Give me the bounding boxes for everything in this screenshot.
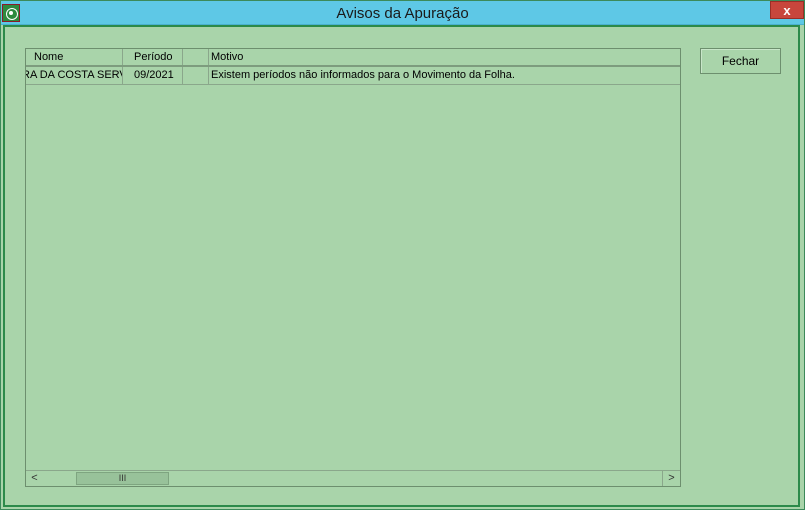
cell-periodo[interactable]: 09/2021 xyxy=(123,67,183,84)
close-window-button[interactable]: x xyxy=(770,1,804,19)
cell-nome-text: RA DA COSTA SERV xyxy=(26,69,123,81)
scroll-thumb[interactable]: III xyxy=(76,472,169,485)
cell-flag[interactable] xyxy=(183,67,209,84)
scroll-right-arrow-icon[interactable]: > xyxy=(662,471,680,486)
cell-motivo-text: Existem períodos não informados para o M… xyxy=(211,69,515,81)
column-header-motivo-label: Motivo xyxy=(211,51,244,63)
scroll-left-arrow-icon[interactable]: < xyxy=(26,471,43,486)
column-header-blank[interactable] xyxy=(183,49,209,65)
column-header-nome[interactable]: Nome xyxy=(26,49,123,65)
cell-nome[interactable]: RA DA COSTA SERV xyxy=(26,67,123,84)
table-row[interactable]: RA DA COSTA SERV 09/2021 Existem período… xyxy=(26,67,680,85)
window-title: Avisos da Apuração xyxy=(336,5,469,22)
cell-motivo[interactable]: Existem períodos não informados para o M… xyxy=(209,67,680,84)
grid-header: Nome Período Motivo xyxy=(26,49,680,67)
title-bar[interactable]: Avisos da Apuração x xyxy=(1,1,804,25)
column-header-motivo[interactable]: Motivo xyxy=(209,49,680,65)
column-header-nome-label: Nome xyxy=(34,51,64,63)
close-button[interactable]: Fechar xyxy=(700,48,781,74)
horizontal-scrollbar[interactable]: < III > xyxy=(26,470,680,486)
cell-periodo-text: 09/2021 xyxy=(134,69,174,81)
warnings-grid[interactable]: Nome Período Motivo RA DA COSTA SERV 09/… xyxy=(25,48,681,487)
column-header-periodo-label: Período xyxy=(134,51,173,63)
column-header-periodo[interactable]: Período xyxy=(123,49,183,65)
